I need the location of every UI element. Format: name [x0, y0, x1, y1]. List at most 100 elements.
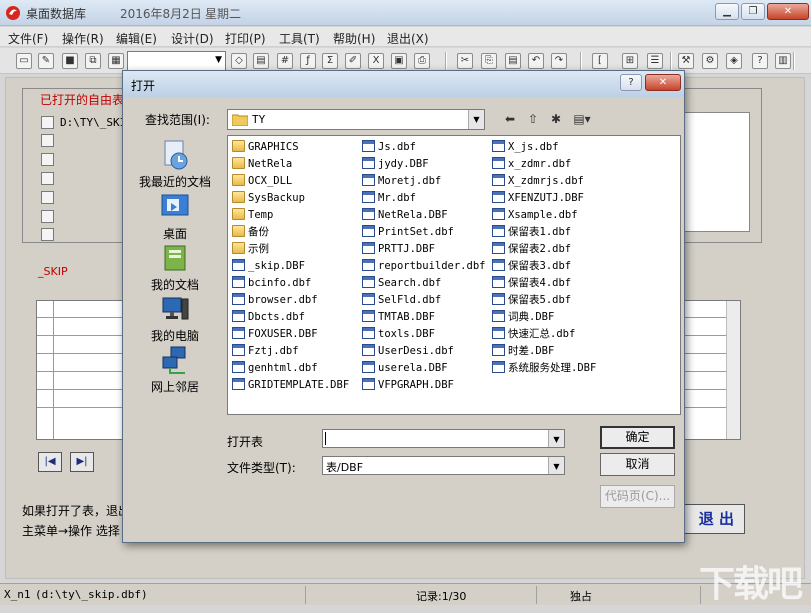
file-item[interactable]: 保留表5.dbf [492, 292, 571, 309]
menu-help[interactable]: 帮助(H) [333, 30, 375, 47]
table-checkbox[interactable] [41, 153, 54, 166]
folder-item[interactable]: 示例 [232, 241, 269, 258]
file-item[interactable]: genhtml.dbf [232, 360, 318, 377]
save-icon[interactable]: ■ [62, 53, 78, 69]
file-item[interactable]: PrintSet.dbf [362, 224, 454, 241]
file-item[interactable]: jydy.DBF [362, 156, 429, 173]
menu-print[interactable]: 打印(P) [225, 30, 266, 47]
folder-item[interactable]: GRAPHICS [232, 139, 299, 156]
first-record-button[interactable]: |◀ [38, 452, 62, 472]
table-icon[interactable]: ▦ [108, 53, 124, 69]
file-item[interactable]: UserDesi.dbf [362, 343, 454, 360]
chevron-down-icon[interactable]: ▼ [548, 430, 564, 447]
books-icon[interactable]: ▤ [253, 53, 269, 69]
file-item[interactable]: 保留表3.dbf [492, 258, 571, 275]
file-item[interactable]: Dbcts.dbf [232, 309, 305, 326]
paste-icon[interactable]: ▤ [505, 53, 521, 69]
title-bar[interactable]: 桌面数据库 2016年8月2日 星期二 ▁ ❐ ✕ [0, 0, 811, 26]
file-item[interactable]: 系统服务处理.DBF [492, 360, 596, 377]
file-item[interactable]: browser.dbf [232, 292, 318, 309]
place-recent[interactable]: 我最近的文档 [135, 139, 215, 190]
grid-scrollbar[interactable] [726, 301, 740, 439]
toolbar-combo[interactable]: ▼ [127, 51, 226, 71]
file-item[interactable]: NetRela.DBF [362, 207, 448, 224]
help-icon[interactable]: ? [752, 53, 768, 69]
file-item[interactable]: reportbuilder.dbf [362, 258, 485, 275]
gear-icon[interactable]: ⚙ [702, 53, 718, 69]
folder-item[interactable]: NetRela [232, 156, 292, 173]
menu-file[interactable]: 文件(F) [8, 30, 48, 47]
file-item[interactable]: x_zdmr.dbf [492, 156, 571, 173]
chevron-down-icon[interactable]: ▼ [548, 457, 564, 474]
file-item[interactable]: 保留表1.dbf [492, 224, 571, 241]
file-item[interactable]: PRTTJ.DBF [362, 241, 435, 258]
table-checkbox[interactable] [41, 116, 54, 129]
menu-exit[interactable]: 退出(X) [387, 30, 429, 47]
file-item[interactable]: XFENZUTJ.DBF [492, 190, 584, 207]
file-item[interactable]: Moretj.dbf [362, 173, 441, 190]
edit-icon[interactable]: ✎ [38, 53, 54, 69]
maximize-button[interactable]: ❐ [741, 3, 765, 20]
file-item[interactable]: X_zdmrjs.dbf [492, 173, 584, 190]
chart-icon[interactable]: ▥ [775, 53, 791, 69]
wrench-icon[interactable]: ⚒ [678, 53, 694, 69]
copy-structure-icon[interactable]: ⧉ [85, 53, 101, 69]
menu-design[interactable]: 设计(D) [171, 30, 214, 47]
file-type-select[interactable]: 表/DBF ▼ [322, 456, 565, 475]
dialog-help-button[interactable]: ? [620, 74, 642, 91]
ok-button[interactable]: 确定 [600, 426, 675, 449]
menu-edit[interactable]: 编辑(E) [116, 30, 157, 47]
file-item[interactable]: toxls.DBF [362, 326, 435, 343]
list-icon[interactable]: ☰ [647, 53, 663, 69]
back-arrow-icon[interactable]: ⬅ [501, 111, 519, 128]
file-item[interactable]: Xsample.dbf [492, 207, 578, 224]
excel-icon[interactable]: X [368, 53, 384, 69]
grid-icon[interactable]: # [277, 53, 293, 69]
table-checkbox[interactable] [41, 172, 54, 185]
file-item[interactable]: 词典.DBF [492, 309, 554, 326]
tree-icon[interactable]: ⊞ [622, 53, 638, 69]
chevron-down-icon[interactable]: ▼ [468, 110, 484, 129]
file-item[interactable]: 保留表2.dbf [492, 241, 571, 258]
lookin-select[interactable]: TY ▼ [227, 109, 485, 130]
file-item[interactable]: FOXUSER.DBF [232, 326, 318, 343]
file-item[interactable]: GRIDTEMPLATE.DBF [232, 377, 349, 394]
file-item[interactable]: _skip.DBF [232, 258, 305, 275]
pencil-icon[interactable]: ✐ [345, 53, 361, 69]
file-item[interactable]: 快速汇总.dbf [492, 326, 575, 343]
folder-item[interactable]: Temp [232, 207, 273, 224]
view-menu-icon[interactable]: ▤▾ [570, 111, 594, 128]
file-item[interactable]: Fztj.dbf [232, 343, 299, 360]
file-item[interactable]: 时差.DBF [492, 343, 554, 360]
filename-input[interactable]: ▼ [322, 429, 565, 448]
redo-icon[interactable]: ↷ [551, 53, 567, 69]
table-checkbox[interactable] [41, 210, 54, 223]
table-checkbox[interactable] [41, 228, 54, 241]
file-item[interactable]: VFPGRAPH.DBF [362, 377, 454, 394]
menu-tools[interactable]: 工具(T) [279, 30, 320, 47]
close-button[interactable]: ✕ [767, 3, 809, 20]
file-item[interactable]: 保留表4.dbf [492, 275, 571, 292]
file-item[interactable]: bcinfo.dbf [232, 275, 311, 292]
menu-operate[interactable]: 操作(R) [62, 30, 104, 47]
folder-item[interactable]: 备份 [232, 224, 269, 241]
cube-icon[interactable]: ◈ [726, 53, 742, 69]
dialog-close-button[interactable]: ✕ [645, 74, 681, 91]
file-item[interactable]: userela.DBF [362, 360, 448, 377]
code-page-button[interactable]: 代码页(C)... [600, 485, 675, 508]
file-item[interactable]: TMTAB.DBF [362, 309, 435, 326]
file-item[interactable]: Mr.dbf [362, 190, 416, 207]
folder-item[interactable]: OCX_DLL [232, 173, 292, 190]
cancel-button[interactable]: 取消 [600, 453, 675, 476]
folder-item[interactable]: SysBackup [232, 190, 305, 207]
table-checkbox[interactable] [41, 191, 54, 204]
file-item[interactable]: Search.dbf [362, 275, 441, 292]
open-folder-icon[interactable]: ▭ [16, 53, 32, 69]
copy-icon[interactable]: ⎘ [481, 53, 497, 69]
place-desktop[interactable]: 桌面 [135, 191, 215, 242]
eraser-icon[interactable]: ◇ [231, 53, 247, 69]
minimize-button[interactable]: ▁ [715, 3, 739, 20]
last-record-button[interactable]: ▶| [70, 452, 94, 472]
file-item[interactable]: SelFld.dbf [362, 292, 441, 309]
up-folder-icon[interactable]: ⇧ [524, 111, 542, 128]
